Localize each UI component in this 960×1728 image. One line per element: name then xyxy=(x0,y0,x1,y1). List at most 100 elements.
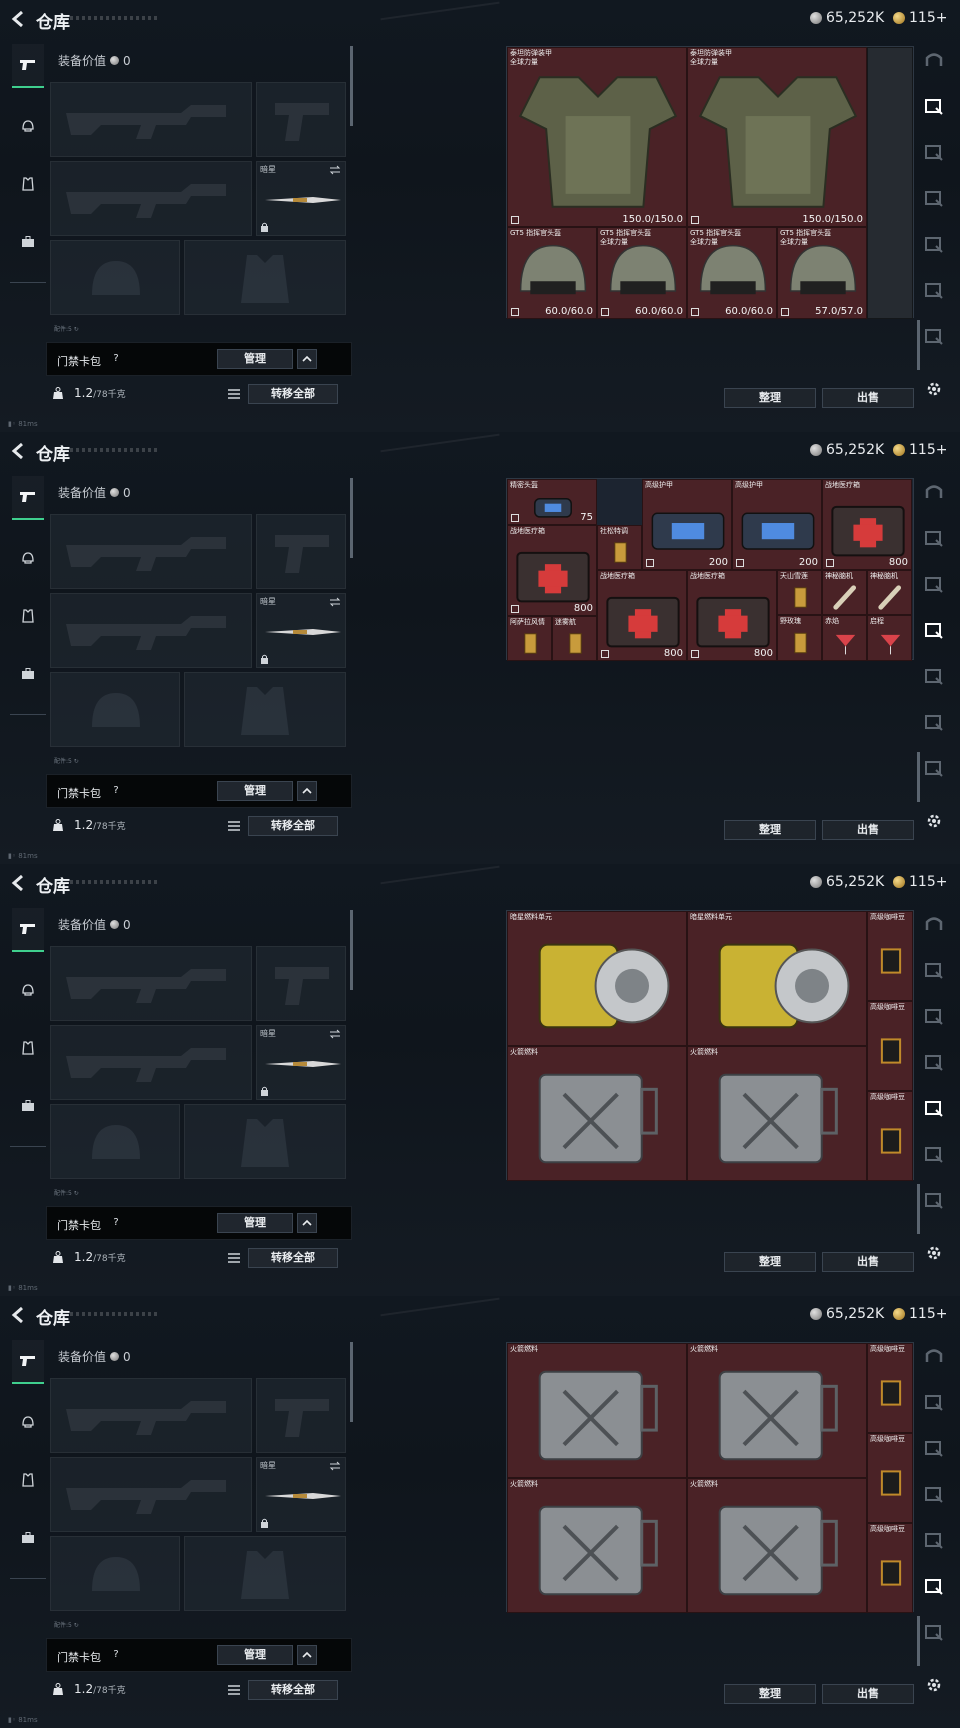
tab-helmet[interactable] xyxy=(12,104,44,148)
list-icon[interactable] xyxy=(226,386,242,402)
tab-helmet[interactable] xyxy=(12,536,44,580)
inventory-item[interactable]: 火箭燃料 xyxy=(507,1478,687,1613)
loadout-scrollbar[interactable] xyxy=(350,910,353,990)
sell-button[interactable]: 出售 xyxy=(822,388,914,408)
inventory-item[interactable]: 火箭燃料 xyxy=(687,1046,867,1181)
back-arrow-icon[interactable] xyxy=(10,10,26,28)
gear-icon[interactable] xyxy=(925,1244,943,1262)
sell-button[interactable]: 出售 xyxy=(822,1252,914,1272)
melee-slot[interactable]: 暗星 xyxy=(256,1457,346,1532)
inventory-item[interactable]: 高级咖啡豆 xyxy=(867,911,913,1001)
armor-slot[interactable] xyxy=(184,240,346,315)
sell-button[interactable]: 出售 xyxy=(822,1684,914,1704)
storage-tab-icon[interactable] xyxy=(922,756,946,780)
armor-slot[interactable] xyxy=(184,1536,346,1611)
helmet-slot[interactable] xyxy=(50,240,180,315)
list-icon[interactable] xyxy=(226,818,242,834)
transfer-all-button[interactable]: 转移全部 xyxy=(248,1680,338,1700)
collapse-button[interactable] xyxy=(297,781,317,801)
inventory-item[interactable]: 野玫瑰 xyxy=(777,615,822,661)
storage-tab-icon[interactable] xyxy=(922,1436,946,1460)
inventory-item[interactable]: GT5 指挥官头盔 全球力量 60.0/60.0 xyxy=(597,227,687,319)
inventory-item[interactable]: 泰坦防弹装甲 全球力量 150.0/150.0 xyxy=(687,47,867,227)
storage-tab-icon[interactable] xyxy=(922,1004,946,1028)
tab-armor[interactable] xyxy=(12,1458,44,1502)
tab-armor[interactable] xyxy=(12,594,44,638)
storage-tab-icon[interactable] xyxy=(922,1390,946,1414)
empty-slot[interactable] xyxy=(867,47,913,319)
inventory-item[interactable]: 迷雾航 xyxy=(552,616,597,661)
tab-bag[interactable] xyxy=(12,220,44,264)
inventory-item[interactable]: 神秘脑机 xyxy=(867,570,912,615)
inventory-item[interactable]: 火箭燃料 xyxy=(507,1046,687,1181)
warehouse-scrollbar[interactable] xyxy=(917,1616,920,1666)
melee-slot[interactable]: 暗星 xyxy=(256,1025,346,1100)
storage-tab-icon[interactable] xyxy=(922,958,946,982)
sort-button[interactable]: 整理 xyxy=(724,1684,816,1704)
back-arrow-icon[interactable] xyxy=(10,1306,26,1324)
back-arrow-icon[interactable] xyxy=(10,874,26,892)
transfer-all-button[interactable]: 转移全部 xyxy=(248,1248,338,1268)
inventory-item[interactable]: 战地医疗箱 800 xyxy=(597,570,687,661)
inventory-item[interactable]: 暗星燃料单元 xyxy=(687,911,867,1046)
gear-icon[interactable] xyxy=(925,1676,943,1694)
inventory-item[interactable]: 战地医疗箱 800 xyxy=(822,479,912,570)
swap-icon[interactable] xyxy=(329,165,341,175)
inventory-item[interactable]: 高级咖啡豆 xyxy=(867,1001,913,1091)
swap-icon[interactable] xyxy=(329,1461,341,1471)
pistol-slot[interactable] xyxy=(256,1378,346,1453)
storage-tab-icon[interactable] xyxy=(922,664,946,688)
list-icon[interactable] xyxy=(226,1682,242,1698)
armor-slot[interactable] xyxy=(184,1104,346,1179)
list-icon[interactable] xyxy=(226,1250,242,1266)
inventory-item[interactable]: 高级护甲 200 xyxy=(642,479,732,570)
home-icon[interactable] xyxy=(922,912,946,936)
tab-weapons[interactable] xyxy=(12,908,44,952)
storage-tab-icon[interactable] xyxy=(922,1482,946,1506)
inventory-item[interactable]: 高级护甲 200 xyxy=(732,479,822,570)
inventory-item[interactable]: 阿萨拉风情 xyxy=(507,616,552,661)
sell-button[interactable]: 出售 xyxy=(822,820,914,840)
secondary-weapon-slot[interactable] xyxy=(50,1025,252,1100)
primary-weapon-slot[interactable] xyxy=(50,82,252,157)
loadout-scrollbar[interactable] xyxy=(350,46,353,126)
sort-button[interactable]: 整理 xyxy=(724,820,816,840)
helmet-slot[interactable] xyxy=(50,672,180,747)
inventory-item[interactable]: GT5 指挥官头盔 全球力量 57.0/57.0 xyxy=(777,227,867,319)
manage-button[interactable]: 管理 xyxy=(217,1645,293,1665)
storage-tab-icon[interactable] xyxy=(922,140,946,164)
help-icon[interactable]: ? xyxy=(109,784,123,798)
inventory-item[interactable]: 社松特调 xyxy=(597,525,642,570)
inventory-item[interactable]: 高级咖啡豆 xyxy=(867,1343,913,1433)
storage-tab-icon[interactable] xyxy=(922,1142,946,1166)
inventory-item[interactable]: 战地医疗箱 800 xyxy=(507,525,597,616)
secondary-weapon-slot[interactable] xyxy=(50,1457,252,1532)
swap-icon[interactable] xyxy=(329,597,341,607)
home-icon[interactable] xyxy=(922,48,946,72)
tab-weapons[interactable] xyxy=(12,44,44,88)
storage-tab-icon[interactable] xyxy=(922,618,946,642)
inventory-item[interactable]: GT5 指挥官头盔 60.0/60.0 xyxy=(507,227,597,319)
inventory-item[interactable]: 战地医疗箱 800 xyxy=(687,570,777,661)
melee-slot[interactable]: 暗星 xyxy=(256,593,346,668)
inventory-item[interactable]: GT5 指挥官头盔 全球力量 60.0/60.0 xyxy=(687,227,777,319)
transfer-all-button[interactable]: 转移全部 xyxy=(248,384,338,404)
warehouse-scrollbar[interactable] xyxy=(917,1184,920,1234)
secondary-weapon-slot[interactable] xyxy=(50,161,252,236)
inventory-item[interactable]: 火箭燃料 xyxy=(507,1343,687,1478)
pistol-slot[interactable] xyxy=(256,82,346,157)
tab-bag[interactable] xyxy=(12,652,44,696)
storage-tab-icon[interactable] xyxy=(922,232,946,256)
inventory-item[interactable]: 高级咖啡豆 xyxy=(867,1433,913,1523)
storage-tab-icon[interactable] xyxy=(922,94,946,118)
tab-weapons[interactable] xyxy=(12,476,44,520)
tab-helmet[interactable] xyxy=(12,1400,44,1444)
back-arrow-icon[interactable] xyxy=(10,442,26,460)
inventory-item[interactable]: 火箭燃料 xyxy=(687,1478,867,1613)
armor-slot[interactable] xyxy=(184,672,346,747)
inventory-item[interactable]: 暗星燃料单元 xyxy=(507,911,687,1046)
storage-tab-icon[interactable] xyxy=(922,324,946,348)
inventory-item[interactable]: 高级咖啡豆 xyxy=(867,1523,913,1613)
tab-helmet[interactable] xyxy=(12,968,44,1012)
storage-tab-icon[interactable] xyxy=(922,1620,946,1644)
